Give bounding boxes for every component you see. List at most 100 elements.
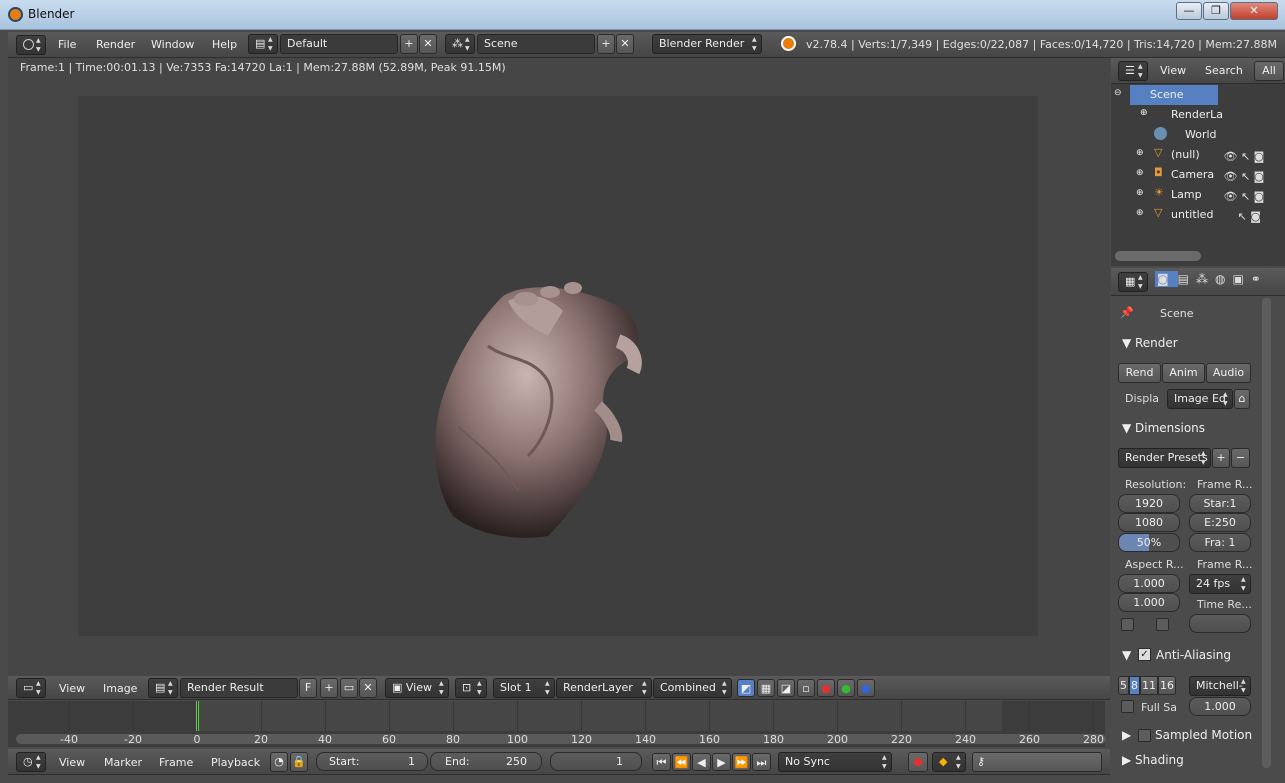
render-animation-button[interactable]: Anim [1162,363,1205,383]
auto-keying-button[interactable]: ● [908,752,928,772]
filter-size-field[interactable]: 1.000 [1189,697,1251,716]
resolution-x-field[interactable]: 1920 [1118,494,1180,513]
outliner-display-mode[interactable]: All [1254,61,1284,81]
crop-checkbox[interactable] [1156,618,1169,631]
expand-icon[interactable]: ⊕ [1136,168,1144,178]
outliner-item-scene[interactable]: Scene [1130,85,1218,105]
render-panel-header[interactable]: ▼ Render [1118,335,1254,357]
full-sample-checkbox[interactable] [1121,700,1134,713]
frame-rate-dropdown[interactable]: 24 fps [1189,574,1251,594]
menu-file[interactable]: File [58,38,76,51]
timeline-frame-menu[interactable]: Frame [159,756,193,769]
timeline-view-menu[interactable]: View [59,756,85,769]
frame-end-field[interactable]: E:250 [1189,513,1251,532]
alpha-icon[interactable]: ◪ [777,679,795,697]
aspect-x-field[interactable]: 1.000 [1118,574,1180,593]
scene-name-field[interactable]: Scene [477,34,595,54]
render-pass-dropdown[interactable]: Combined [653,678,732,698]
editor-type-outliner-dropdown[interactable]: ☰ [1118,61,1148,81]
anti-aliasing-checkbox[interactable]: ✓ [1138,648,1151,661]
shading-panel-header[interactable]: ▶ Shading [1118,752,1254,774]
outliner-scrollbar[interactable] [1115,251,1201,261]
visibility-row[interactable]: 👁 ↖ ◙ [1220,147,1276,167]
image-mode-dropdown[interactable]: ▣ View [385,678,449,698]
jump-start-icon[interactable]: ⏮ [652,753,671,771]
menu-render[interactable]: Render [96,38,135,51]
next-keyframe-icon[interactable]: ⏩ [732,753,751,771]
anti-aliasing-panel-header[interactable]: ▼ ✓ Anti-Aliasing [1118,647,1254,669]
render-tab-icon[interactable]: ◙ [1155,271,1178,287]
pin-icon[interactable]: 📌 [1120,306,1134,319]
blue-channel-icon[interactable]: ● [857,679,875,697]
menu-help[interactable]: Help [212,38,237,51]
new-image-button[interactable]: + [320,678,338,698]
render-presets-dropdown[interactable]: Render Presets [1118,448,1211,468]
add-preset-button[interactable]: + [1212,448,1230,468]
frame-start-field[interactable]: Star:1 [1189,494,1251,513]
render-slot-dropdown[interactable]: Slot 1 [493,678,555,698]
color-alpha-icon[interactable]: ◩ [737,679,755,697]
pivot-dropdown[interactable]: ⊡ [455,678,487,698]
red-channel-icon[interactable]: ● [817,679,835,697]
editor-type-properties-dropdown[interactable]: ▦ [1118,272,1148,292]
sync-mode-dropdown[interactable]: No Sync [778,752,892,772]
aa-samples-group[interactable]: 5 8 11 16 [1118,676,1180,695]
preview-range-button[interactable]: ◔ [270,752,288,772]
aa-samples-8[interactable]: 8 [1129,676,1140,695]
visibility-row[interactable]: 👁 ↖ ◙ [1220,167,1276,187]
outliner-view-menu[interactable]: View [1160,64,1186,77]
timeline-marker-menu[interactable]: Marker [104,756,142,769]
visibility-row[interactable]: 👁 ↖ ◙ [1220,187,1276,207]
menu-window[interactable]: Window [151,38,194,51]
layout-name-field[interactable]: Default [280,34,398,54]
prev-keyframe-icon[interactable]: ⏪ [672,753,691,771]
add-layout-button[interactable]: + [400,34,418,54]
add-scene-button[interactable]: + [597,34,615,54]
motion-blur-checkbox[interactable] [1138,729,1151,742]
aa-samples-16[interactable]: 16 [1158,676,1176,695]
fake-user-button[interactable]: F [299,678,317,698]
display-mode-dropdown[interactable]: Image Ed [1167,389,1233,409]
properties-scrollbar[interactable] [1262,298,1271,768]
dimensions-panel-header[interactable]: ▼ Dimensions [1118,420,1254,442]
play-reverse-icon[interactable]: ◀ [692,753,711,771]
aa-samples-11[interactable]: 11 [1140,676,1158,695]
timeline-scrollbar[interactable] [16,734,1106,744]
editor-type-timeline-dropdown[interactable]: ◷ [16,752,46,772]
minimize-button[interactable]: — [1176,2,1202,20]
expand-icon[interactable]: ⊕ [1140,108,1148,118]
lock-range-button[interactable]: 🔒 [290,752,308,772]
time-remap-fields[interactable] [1189,614,1251,633]
close-button[interactable]: ✕ [1230,2,1278,20]
sampled-motion-blur-panel-header[interactable]: ▶Sampled Motion Bl [1118,727,1254,749]
expand-icon[interactable]: ⊕ [1136,208,1144,218]
image-image-menu[interactable]: Image [103,682,137,695]
zbuffer-icon[interactable]: ▫ [797,679,815,697]
properties-context-tabs[interactable]: ◙ ▤⁂◍▣⚭ [1155,271,1275,292]
collapse-icon[interactable]: ⊖ [1114,88,1122,98]
editor-type-info-dropdown[interactable] [16,35,46,55]
open-image-button[interactable]: ▭ [340,678,358,698]
timeline-playback-menu[interactable]: Playback [211,756,260,769]
render-image-button[interactable]: Rend [1118,363,1161,383]
frame-start-field[interactable]: Start: 1 [316,752,428,771]
expand-icon[interactable]: ⊕ [1136,148,1144,158]
keying-mode-dropdown[interactable]: ◆ [932,752,966,772]
remove-preset-button[interactable]: − [1231,448,1250,468]
unlink-image-button[interactable]: ✕ [359,678,377,698]
jump-end-icon[interactable]: ⏭ [752,753,771,771]
browse-image-dropdown[interactable]: ▤ [148,678,178,698]
current-frame-field[interactable]: 1 [550,752,642,771]
layout-screen-dropdown[interactable]: ▤ [248,34,278,54]
delete-layout-button[interactable]: ✕ [419,34,437,54]
editor-type-image-dropdown[interactable]: ▭ [16,678,46,698]
frame-end-field[interactable]: End: 250 [430,752,542,771]
aa-filter-dropdown[interactable]: Mitchell- [1189,676,1251,696]
image-view-menu[interactable]: View [59,682,85,695]
render-audio-button[interactable]: Audio [1206,363,1251,383]
channel-display-buttons[interactable]: ◩ ▦ ◪ ▫ ● ● ● [737,679,877,697]
play-icon[interactable]: ▶ [712,753,731,771]
maximize-button[interactable]: ❐ [1203,2,1229,20]
playback-controls[interactable]: ⏮ ⏪ ◀ ▶ ⏩ ⏭ [652,753,772,771]
outliner-search-menu[interactable]: Search [1205,64,1243,77]
